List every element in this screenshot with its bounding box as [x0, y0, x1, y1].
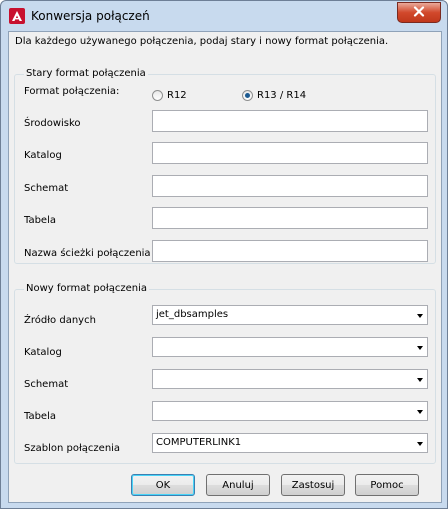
help-button[interactable]: Pomoc: [355, 474, 419, 496]
close-button[interactable]: [397, 2, 441, 23]
new-format-group: Nowy format połączenia Źródło danych jet…: [14, 283, 436, 464]
window-title: Konwersja połączeń: [31, 9, 150, 23]
cancel-button[interactable]: Anuluj: [206, 474, 270, 496]
radio-r13-r14-label: R13 / R14: [257, 90, 307, 101]
new-format-group-title: Nowy format połączenia: [24, 283, 149, 294]
data-source-value: jet_dbsamples: [156, 309, 229, 320]
radio-r12[interactable]: R12: [152, 90, 187, 101]
environment-label: Środowisko: [24, 118, 81, 129]
new-catalog-dropdown[interactable]: [152, 337, 428, 357]
format-label: Format połączenia:: [24, 86, 120, 97]
environment-input[interactable]: [152, 110, 428, 132]
new-schema-dropdown[interactable]: [152, 369, 428, 389]
old-catalog-input[interactable]: [152, 142, 428, 164]
chevron-down-icon: [417, 346, 423, 350]
radio-r13-r14-indicator: [242, 90, 253, 101]
dialog-window: Konwersja połączeń Dla każdego używanego…: [0, 0, 448, 509]
new-table-dropdown[interactable]: [152, 401, 428, 421]
radio-r12-label: R12: [167, 90, 187, 101]
old-format-group-title: Stary format połączenia: [24, 68, 148, 79]
chevron-down-icon: [417, 410, 423, 414]
chevron-down-icon: [417, 314, 423, 318]
close-icon: [413, 5, 425, 20]
old-table-input[interactable]: [152, 207, 428, 229]
old-table-label: Tabela: [24, 215, 56, 226]
instructions-text: Dla każdego używanego połączenia, podaj …: [15, 36, 389, 47]
connection-path-input[interactable]: [152, 240, 428, 262]
new-schema-label: Schemat: [24, 379, 69, 390]
connection-path-label: Nazwa ścieżki połączenia: [24, 248, 151, 259]
new-catalog-label: Katalog: [24, 347, 62, 358]
ok-button[interactable]: OK: [131, 474, 195, 496]
radio-r13-r14[interactable]: R13 / R14: [242, 90, 306, 101]
chevron-down-icon: [417, 378, 423, 382]
template-label: Szablon połączenia: [24, 443, 121, 454]
old-schema-label: Schemat: [24, 183, 69, 194]
radio-r12-indicator: [152, 90, 163, 101]
apply-button[interactable]: Zastosuj: [281, 474, 345, 496]
template-value: COMPUTERLINK1: [156, 437, 242, 448]
new-table-label: Tabela: [24, 411, 56, 422]
old-catalog-label: Katalog: [24, 150, 62, 161]
old-format-group: Stary format połączenia Format połączeni…: [14, 68, 436, 264]
data-source-label: Źródło danych: [24, 315, 96, 326]
old-schema-input[interactable]: [152, 175, 428, 197]
title-bar[interactable]: Konwersja połączeń: [1, 1, 447, 31]
data-source-dropdown[interactable]: jet_dbsamples: [152, 305, 428, 325]
dialog-client-area: Dla każdego używanego połączenia, podaj …: [8, 31, 442, 503]
chevron-down-icon: [417, 442, 423, 446]
autocad-app-icon: [9, 8, 25, 24]
template-dropdown[interactable]: COMPUTERLINK1: [152, 433, 428, 453]
